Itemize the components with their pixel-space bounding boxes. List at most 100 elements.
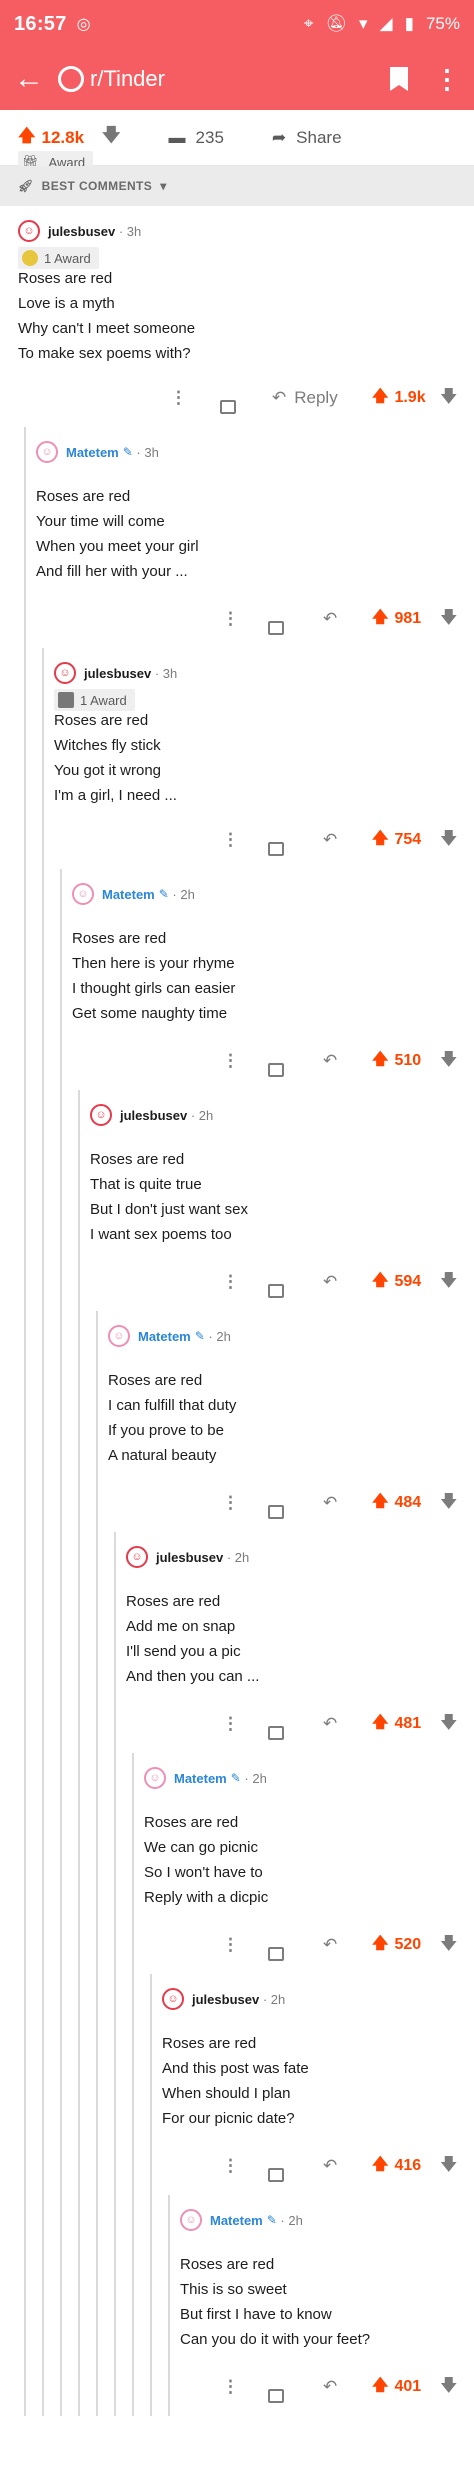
gift-icon[interactable]	[268, 621, 284, 635]
share-button[interactable]: ➦ Share	[272, 128, 342, 148]
downvote-arrow-icon[interactable]: 🡇	[440, 2152, 457, 2181]
gift-icon[interactable]	[268, 1947, 284, 1961]
more-options-icon[interactable]: ⋮	[222, 2156, 239, 2176]
thread-line[interactable]	[132, 1753, 134, 1974]
award-badge[interactable]: 1 Award	[18, 247, 99, 269]
upvote-arrow-icon[interactable]: 🡅	[372, 1048, 388, 1075]
thread-line[interactable]	[132, 1974, 134, 2195]
more-options-icon[interactable]: ⋮	[170, 388, 187, 408]
thread-line[interactable]	[60, 1532, 62, 1753]
thread-line[interactable]	[168, 2195, 170, 2416]
thread-line[interactable]	[42, 2195, 44, 2416]
more-options-icon[interactable]: ⋮	[222, 1493, 239, 1513]
thread-line[interactable]	[42, 869, 44, 1090]
reply-button[interactable]: ↶	[323, 830, 337, 850]
user-avatar-icon[interactable]: ☺	[90, 1104, 112, 1126]
thread-line[interactable]	[132, 2195, 134, 2416]
thread-line[interactable]	[114, 1753, 116, 1974]
bookmark-icon[interactable]	[390, 67, 408, 91]
thread-line[interactable]	[42, 1532, 44, 1753]
more-options-icon[interactable]: ⋮	[222, 1051, 239, 1071]
thread-line[interactable]	[24, 427, 26, 648]
downvote-arrow-icon[interactable]: 🡇	[440, 1710, 457, 1739]
thread-line[interactable]	[114, 2195, 116, 2416]
user-avatar-icon[interactable]: ☺	[180, 2209, 202, 2231]
upvote-arrow-icon[interactable]: 🡅	[372, 827, 388, 854]
more-options-icon[interactable]: ⋮	[222, 2377, 239, 2397]
thread-line[interactable]	[114, 1532, 116, 1753]
user-avatar-icon[interactable]: ☺	[126, 1546, 148, 1568]
comment-author[interactable]: julesbusev	[48, 224, 115, 239]
upvote-arrow-icon[interactable]: 🡅	[372, 385, 388, 412]
thread-line[interactable]	[60, 1090, 62, 1311]
award-badge[interactable]: 1 Award	[54, 689, 135, 711]
thread-line[interactable]	[60, 1753, 62, 1974]
downvote-arrow-icon[interactable]: 🡇	[102, 123, 121, 153]
upvote-arrow-icon[interactable]: 🡅	[372, 1269, 388, 1296]
comment-author[interactable]: julesbusev	[192, 1992, 259, 2007]
comment-author[interactable]: Matetem	[210, 2213, 263, 2228]
downvote-arrow-icon[interactable]: 🡇	[440, 1268, 457, 1297]
thread-line[interactable]	[96, 1753, 98, 1974]
gift-icon[interactable]	[268, 1063, 284, 1077]
reply-button[interactable]: ↶	[323, 1272, 337, 1292]
user-avatar-icon[interactable]: ☺	[162, 1988, 184, 2010]
downvote-arrow-icon[interactable]: 🡇	[440, 826, 457, 855]
upvote-arrow-icon[interactable]: 🡅	[372, 1490, 388, 1517]
reply-button[interactable]: ↶	[323, 1714, 337, 1734]
thread-line[interactable]	[60, 2195, 62, 2416]
reply-button[interactable]: ↶ Reply	[272, 388, 338, 408]
thread-line[interactable]	[42, 1974, 44, 2195]
comments-button[interactable]: ▬ 235	[169, 128, 224, 148]
comment-author[interactable]: Matetem	[138, 1329, 191, 1344]
thread-line[interactable]	[24, 1311, 26, 1532]
reply-button[interactable]: ↶	[323, 2377, 337, 2397]
comment-author[interactable]: Matetem	[174, 1771, 227, 1786]
downvote-arrow-icon[interactable]: 🡇	[440, 1489, 457, 1518]
comment-author[interactable]: julesbusev	[120, 1108, 187, 1123]
thread-line[interactable]	[24, 648, 26, 869]
downvote-arrow-icon[interactable]: 🡇	[440, 384, 457, 413]
upvote-arrow-icon[interactable]: 🡅	[18, 123, 35, 152]
thread-line[interactable]	[150, 2195, 152, 2416]
user-avatar-icon[interactable]: ☺	[144, 1767, 166, 1789]
user-avatar-icon[interactable]: ☺	[108, 1325, 130, 1347]
thread-line[interactable]	[42, 1311, 44, 1532]
more-options-icon[interactable]: ⋮	[222, 830, 239, 850]
user-avatar-icon[interactable]: ☺	[72, 883, 94, 905]
thread-line[interactable]	[78, 1753, 80, 1974]
user-avatar-icon[interactable]: ☺	[18, 220, 40, 242]
upvote-arrow-icon[interactable]: 🡅	[372, 1932, 388, 1959]
reply-button[interactable]: ↶	[323, 1935, 337, 1955]
gift-icon[interactable]	[268, 2168, 284, 2182]
thread-line[interactable]	[96, 2195, 98, 2416]
downvote-arrow-icon[interactable]: 🡇	[440, 1931, 457, 1960]
thread-line[interactable]	[96, 1532, 98, 1753]
thread-line[interactable]	[42, 648, 44, 869]
thread-line[interactable]	[78, 1532, 80, 1753]
downvote-arrow-icon[interactable]: 🡇	[440, 1047, 457, 1076]
thread-line[interactable]	[24, 2195, 26, 2416]
thread-line[interactable]	[78, 2195, 80, 2416]
more-options-icon[interactable]: ⋮	[222, 609, 239, 629]
thread-line[interactable]	[24, 1090, 26, 1311]
more-options-icon[interactable]: ⋮	[222, 1935, 239, 1955]
reply-button[interactable]: ↶	[323, 2156, 337, 2176]
back-arrow-icon[interactable]: ←	[14, 62, 58, 96]
gift-icon[interactable]	[268, 842, 284, 856]
thread-line[interactable]	[24, 1753, 26, 1974]
comment-author[interactable]: Matetem	[102, 887, 155, 902]
thread-line[interactable]	[24, 1974, 26, 2195]
gift-icon[interactable]	[268, 2389, 284, 2403]
thread-line[interactable]	[96, 1311, 98, 1532]
downvote-arrow-icon[interactable]: 🡇	[440, 2373, 457, 2402]
comment-author[interactable]: Matetem	[66, 445, 119, 460]
more-options-icon[interactable]: ⋮	[222, 1714, 239, 1734]
thread-line[interactable]	[60, 869, 62, 1090]
thread-line[interactable]	[78, 1090, 80, 1311]
upvote-arrow-icon[interactable]: 🡅	[372, 606, 388, 633]
comment-author[interactable]: julesbusev	[84, 666, 151, 681]
upvote-arrow-icon[interactable]: 🡅	[372, 2153, 388, 2180]
comment-sort-bar[interactable]: 🚀︎ BEST COMMENTS ▾	[0, 166, 474, 206]
subreddit-name[interactable]: r/Tinder	[90, 66, 165, 92]
